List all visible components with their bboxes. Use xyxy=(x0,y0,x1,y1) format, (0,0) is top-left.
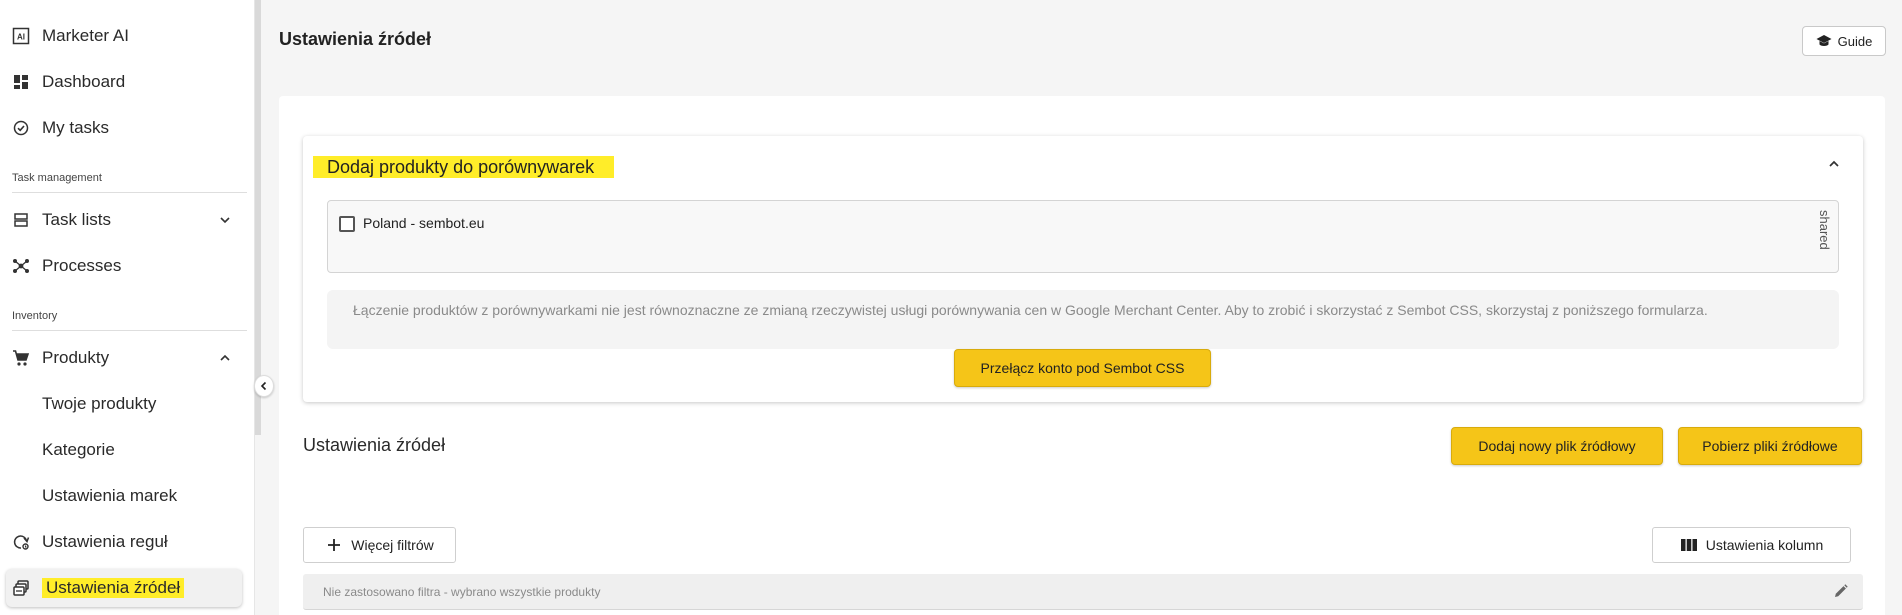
sidebar-item-ustawienia-marek[interactable]: Ustawienia marek xyxy=(0,473,248,519)
graduation-cap-icon xyxy=(1816,34,1832,48)
columns-icon xyxy=(1680,536,1698,554)
sidebar-item-label: My tasks xyxy=(42,118,110,137)
sidebar-item-twoje-produkty[interactable]: Twoje produkty xyxy=(0,381,248,427)
more-filters-button[interactable]: Więcej filtrów xyxy=(303,527,456,563)
sidebar-item-label: Twoje produkty xyxy=(42,394,157,413)
sidebar-item-label: Marketer AI xyxy=(42,26,129,45)
column-settings-label: Ustawienia kolumn xyxy=(1705,537,1824,553)
sidebar-item-label: Ustawienia źródeł xyxy=(42,578,185,598)
shop-selection-box xyxy=(327,200,1839,273)
sidebar-item-kategorie[interactable]: Kategorie xyxy=(0,427,248,473)
guide-button[interactable]: Guide xyxy=(1802,26,1886,56)
sidebar-item-label: Processes xyxy=(42,256,122,275)
shared-tag: shared xyxy=(1817,210,1832,250)
section-label-task-management: Task management xyxy=(12,172,102,184)
download-feeds-button[interactable]: Pobierz pliki źródłowe xyxy=(1678,427,1862,465)
sidebar-item-ustawienia-zrodel[interactable]: Ustawienia źródeł xyxy=(6,569,242,607)
feeds-section-title: Ustawienia źródeł xyxy=(303,435,446,455)
section-label-inventory: Inventory xyxy=(12,310,58,322)
ai-icon: AI xyxy=(12,27,30,45)
sidebar-collapse-button[interactable] xyxy=(254,375,274,397)
pencil-icon[interactable] xyxy=(1833,583,1849,599)
page-title: Ustawienia źródeł xyxy=(279,29,432,49)
sidebar-item-label: Ustawienia marek xyxy=(42,486,178,505)
sidebar-item-label: Dashboard xyxy=(42,72,126,91)
sidebar-item-label: Kategorie xyxy=(42,440,115,459)
sidebar-item-ustawienia-regul[interactable]: Ustawienia reguł xyxy=(0,519,248,565)
add-feed-button[interactable]: Dodaj nowy plik źródłowy xyxy=(1451,427,1663,465)
sidebar-item-processes[interactable]: Processes xyxy=(0,243,248,289)
chevron-up-icon[interactable] xyxy=(216,349,234,367)
column-settings-button[interactable]: Ustawienia kolumn xyxy=(1652,527,1851,563)
section-divider xyxy=(12,192,247,193)
switch-sembot-css-button[interactable]: Przełącz konto pod Sembot CSS xyxy=(954,349,1211,387)
sidebar-item-task-lists[interactable]: Task lists xyxy=(0,197,248,243)
guide-button-label: Guide xyxy=(1837,33,1873,49)
more-filters-label: Więcej filtrów xyxy=(351,537,434,553)
task-list-icon xyxy=(12,211,30,229)
feeds-icon xyxy=(12,579,30,597)
chevron-up-icon[interactable] xyxy=(1824,154,1844,174)
sidebar-item-produkty[interactable]: Produkty xyxy=(0,335,248,381)
sidebar-item-label: Task lists xyxy=(42,210,111,229)
chevron-down-icon[interactable] xyxy=(216,211,234,229)
sidebar-item-dashboard[interactable]: Dashboard xyxy=(0,59,248,105)
shop-checkbox[interactable] xyxy=(339,216,355,232)
chevron-left-icon xyxy=(258,380,270,392)
sidebar-item-marketer-ai[interactable]: AI Marketer AI xyxy=(0,13,248,59)
sidebar: AI Marketer AI Dashboard My tasks Task m… xyxy=(0,0,255,615)
sidebar-item-label: Ustawienia reguł xyxy=(42,532,168,551)
comparators-title: Dodaj produkty do porównywarek xyxy=(313,156,615,178)
rules-icon xyxy=(12,533,30,551)
info-message: Łączenie produktów z porównywarkami nie … xyxy=(327,290,1839,349)
plus-icon xyxy=(325,536,343,554)
processes-icon xyxy=(12,257,30,275)
check-circle-icon xyxy=(12,119,30,137)
filter-status-text: Nie zastosowano filtra - wybrano wszystk… xyxy=(323,585,601,599)
sidebar-scrollbar[interactable] xyxy=(255,0,261,435)
sidebar-item-label: Produkty xyxy=(42,348,110,367)
dashboard-icon xyxy=(12,73,30,91)
shop-label: Poland - sembot.eu xyxy=(363,215,485,231)
sidebar-item-my-tasks[interactable]: My tasks xyxy=(0,105,248,151)
section-divider xyxy=(12,330,247,331)
svg-text:AI: AI xyxy=(17,33,25,42)
cart-icon xyxy=(12,349,30,367)
